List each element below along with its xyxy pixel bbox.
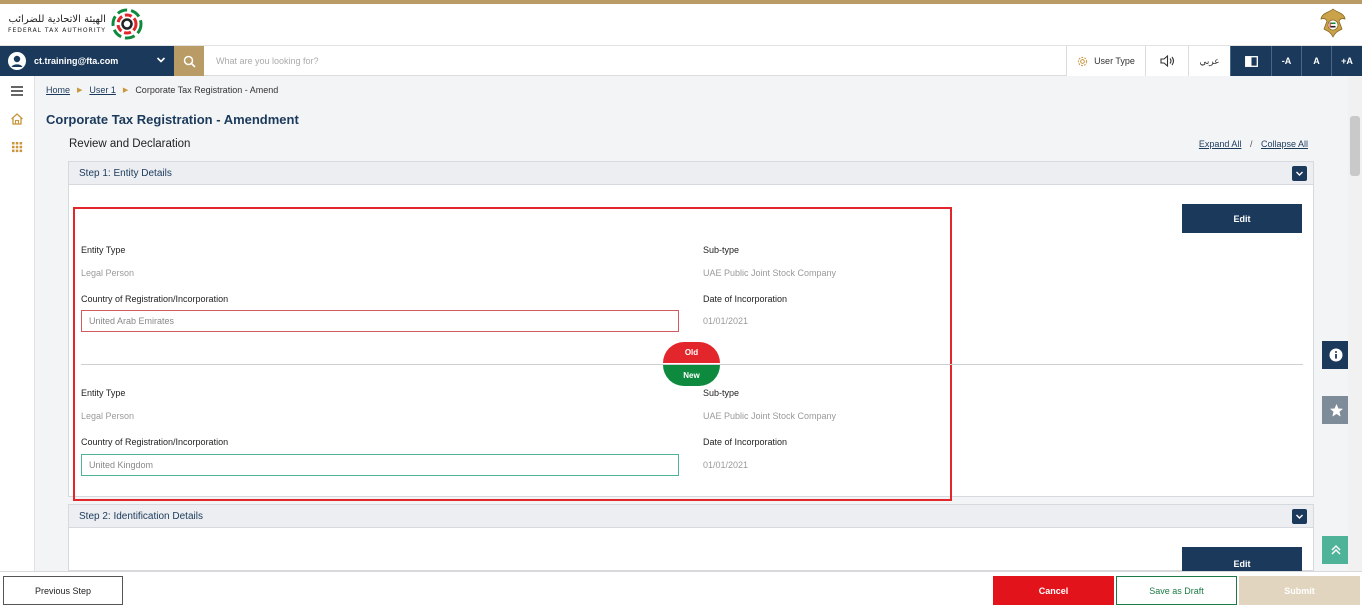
logo-english-text: FEDERAL TAX AUTHORITY: [8, 26, 106, 34]
speaker-icon: [1159, 55, 1174, 67]
new-date-label: Date of Incorporation: [703, 437, 788, 447]
step2-title: Step 2: Identification Details: [79, 510, 203, 522]
step2-accordion-body: [68, 528, 1314, 571]
contrast-icon: [1244, 55, 1258, 67]
logo-arabic-text: الهيئة الاتحادية للضرائب: [8, 13, 106, 25]
contrast-toggle[interactable]: [1230, 46, 1271, 76]
new-subtype-label: Sub-type: [703, 388, 740, 398]
expand-all-link[interactable]: Expand All: [1199, 139, 1242, 149]
search-icon: [183, 55, 196, 68]
chevron-down-icon: [1296, 171, 1303, 176]
user-type-label: User Type: [1094, 56, 1135, 66]
user-email: ct.training@fta.com: [34, 56, 119, 66]
favorite-button[interactable]: [1322, 396, 1350, 424]
language-toggle[interactable]: عربي: [1188, 46, 1230, 76]
breadcrumb-user-link[interactable]: User 1: [89, 85, 116, 95]
grid-icon[interactable]: [9, 139, 25, 155]
old-entity-type-label: Entity Type: [81, 245, 126, 255]
star-icon: [1329, 403, 1343, 416]
uae-emblem-icon: [1320, 8, 1346, 38]
breadcrumb-current: Corporate Tax Registration - Amend: [135, 85, 279, 95]
breadcrumb-home-link[interactable]: Home: [46, 85, 70, 95]
new-entity-type-label: Entity Type: [81, 388, 126, 398]
user-circle-icon: [8, 52, 26, 70]
step1-accordion-header[interactable]: Step 1: Entity Details: [68, 161, 1314, 185]
new-entity-type-value: Legal Person: [81, 411, 135, 421]
double-chevron-up-icon: [1331, 544, 1341, 555]
old-entity-type-value: Legal Person: [81, 268, 135, 278]
chevron-down-icon: [1296, 514, 1303, 519]
font-increase-button[interactable]: +A: [1331, 46, 1362, 76]
breadcrumb-arrow-icon: ▶: [122, 87, 129, 94]
step1-edit-button[interactable]: Edit: [1182, 204, 1302, 233]
search-button[interactable]: [174, 46, 204, 76]
fta-logo[interactable]: الهيئة الاتحادية للضرائب FEDERAL TAX AUT…: [8, 6, 144, 42]
fta-logo-mark-icon: [111, 8, 143, 40]
gear-icon: [1077, 56, 1088, 66]
new-country-field[interactable]: United Kingdom: [81, 454, 679, 476]
link-separator: /: [1249, 139, 1253, 149]
expand-collapse-controls: Expand All / Collapse All: [1199, 139, 1308, 149]
cancel-button[interactable]: Cancel: [993, 576, 1114, 605]
step2-toggle-button[interactable]: [1292, 509, 1307, 524]
old-subtype-label: Sub-type: [703, 245, 740, 255]
page-title: Corporate Tax Registration - Amendment: [46, 112, 299, 127]
breadcrumb-arrow-icon: ▶: [77, 87, 83, 94]
top-toolbar: ct.training@fta.com User Type عربي: [0, 46, 1362, 76]
chevron-down-icon: [156, 57, 166, 63]
step2-edit-button[interactable]: Edit: [1182, 547, 1302, 571]
previous-step-button[interactable]: Previous Step: [3, 576, 123, 605]
old-subtype-value: UAE Public Joint Stock Company: [703, 268, 837, 278]
footer-action-bar: Previous Step Cancel Save as Draft Submi…: [0, 571, 1362, 609]
language-label: عربي: [1199, 55, 1220, 66]
step1-toggle-button[interactable]: [1292, 166, 1307, 181]
old-date-label: Date of Incorporation: [703, 294, 788, 304]
old-date-value: 01/01/2021: [703, 316, 749, 326]
font-decrease-label: -A: [1281, 56, 1292, 66]
old-badge: Old: [663, 342, 720, 363]
search-input[interactable]: [206, 50, 1006, 72]
font-normal-button[interactable]: A: [1301, 46, 1331, 76]
info-button[interactable]: [1322, 341, 1350, 369]
step1-title: Step 1: Entity Details: [79, 167, 172, 179]
page-scrollbar[interactable]: [1348, 76, 1362, 571]
breadcrumb: Home ▶ User 1 ▶ Corporate Tax Registrati…: [46, 85, 278, 95]
info-icon: [1329, 348, 1343, 362]
save-as-draft-button[interactable]: Save as Draft: [1116, 576, 1237, 605]
home-icon[interactable]: [9, 111, 25, 127]
user-type-selector[interactable]: User Type: [1066, 46, 1145, 76]
scroll-to-top-button[interactable]: [1322, 536, 1350, 564]
font-decrease-button[interactable]: -A: [1271, 46, 1301, 76]
text-to-speech-button[interactable]: [1145, 46, 1188, 76]
new-country-label: Country of Registration/Incorporation: [81, 437, 229, 447]
old-country-label: Country of Registration/Incorporation: [81, 294, 229, 304]
collapse-all-link[interactable]: Collapse All: [1261, 139, 1308, 149]
site-header: الهيئة الاتحادية للضرائب FEDERAL TAX AUT…: [0, 4, 1362, 46]
user-account-dropdown[interactable]: ct.training@fta.com: [0, 46, 174, 76]
scrollbar-thumb[interactable]: [1350, 116, 1360, 176]
section-title: Review and Declaration: [69, 138, 191, 150]
new-date-value: 01/01/2021: [703, 460, 749, 470]
submit-button[interactable]: Submit: [1239, 576, 1360, 605]
font-normal-label: A: [1313, 56, 1320, 66]
new-subtype-value: UAE Public Joint Stock Company: [703, 411, 837, 421]
font-increase-label: +A: [1341, 56, 1353, 66]
hamburger-menu-icon[interactable]: [9, 83, 25, 99]
left-sidebar: [0, 76, 35, 571]
old-country-field[interactable]: United Arab Emirates: [81, 310, 679, 332]
step2-accordion-header[interactable]: Step 2: Identification Details: [68, 504, 1314, 528]
